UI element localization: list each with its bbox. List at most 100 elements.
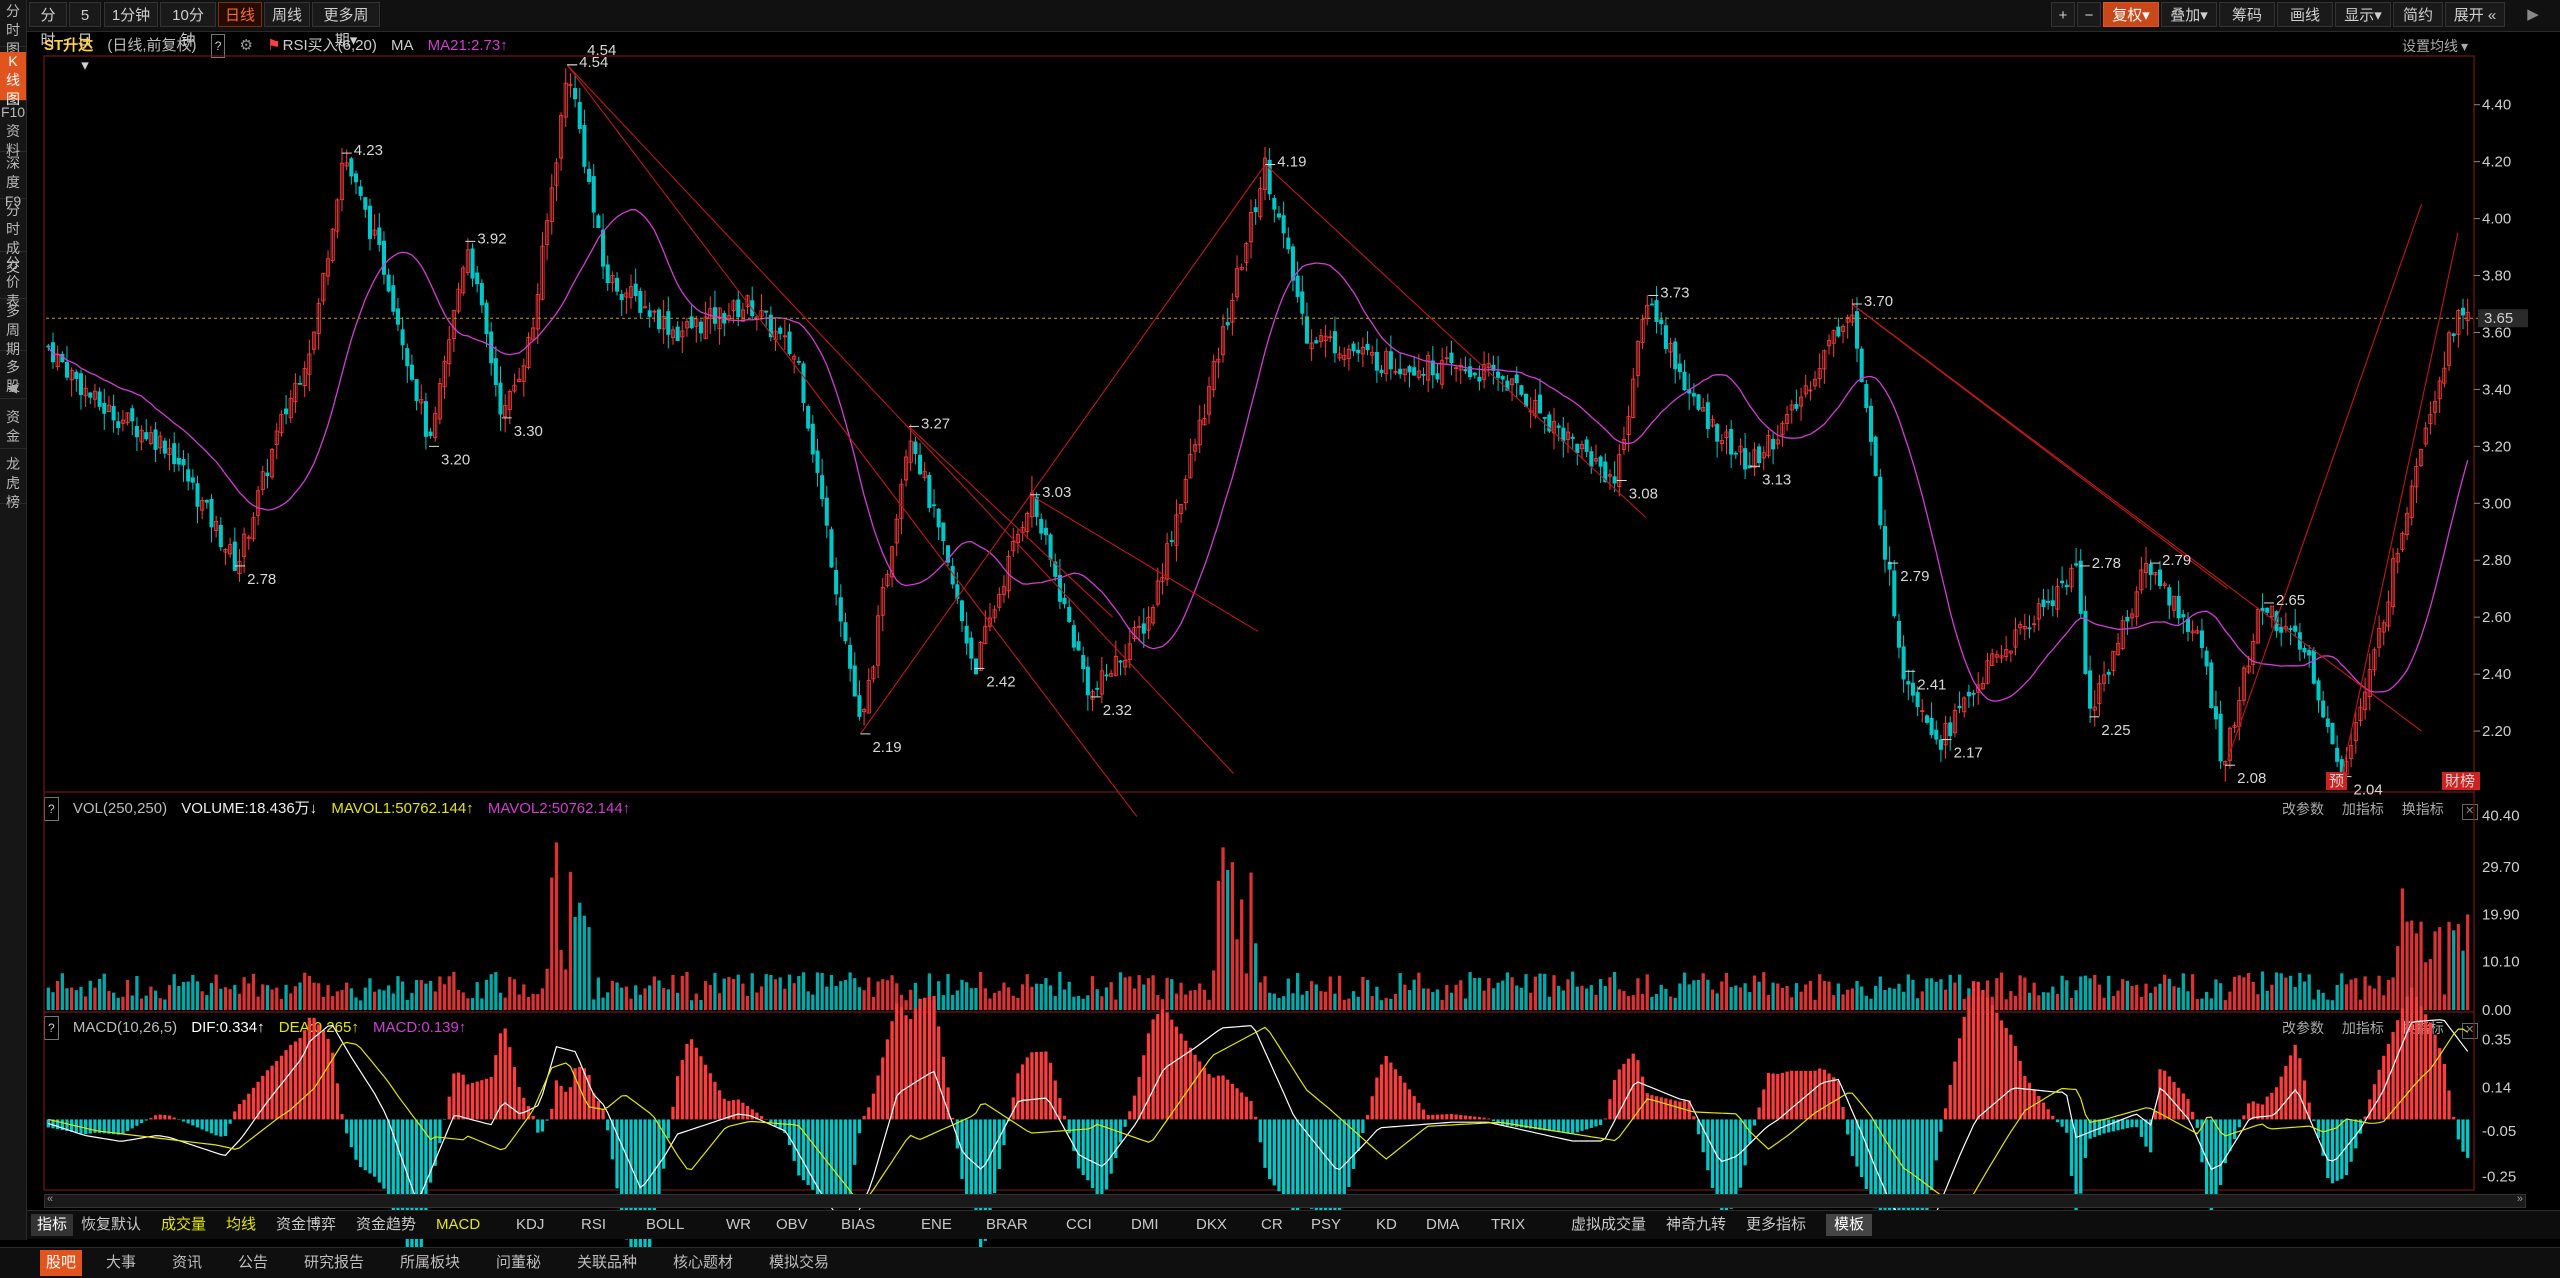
candle-body	[573, 88, 578, 100]
macd-bar	[2214, 1119, 2218, 1205]
footer-tab[interactable]: 关联品种	[577, 1252, 637, 1274]
volume-bar	[960, 979, 964, 1010]
macd-bar	[1118, 1119, 1123, 1143]
volume-bar	[1482, 990, 1486, 1010]
footer-tab[interactable]: 模拟交易	[769, 1252, 829, 1274]
candle-body	[1743, 448, 1748, 470]
indicator-tab[interactable]: DMI	[1131, 1214, 1159, 1236]
indicator-tab[interactable]: CCI	[1066, 1214, 1092, 1236]
macd-bar	[261, 1075, 265, 1120]
indicator-tab[interactable]: WR	[726, 1214, 751, 1236]
macd-bar	[1081, 1119, 1085, 1175]
volume-bar	[1356, 996, 1360, 1010]
kline-chart[interactable]: 4.544.544.233.923.203.302.783.273.032.42…	[0, 0, 2560, 1277]
candle-body	[1729, 429, 1734, 455]
footer-tab[interactable]: 所属板块	[400, 1252, 460, 1274]
volume-bar	[643, 988, 647, 1010]
indicator-tab[interactable]: 成交量	[161, 1214, 206, 1236]
footer-tab[interactable]: 大事	[106, 1252, 136, 1274]
indicator-tab[interactable]: ENE	[921, 1214, 952, 1236]
indicator-tab[interactable]: DKX	[1196, 1214, 1227, 1236]
candle-body	[1095, 687, 1100, 690]
volume-bar	[2447, 921, 2451, 1010]
indicator-tab[interactable]: TRIX	[1491, 1214, 1525, 1236]
macd-bar	[177, 1119, 181, 1120]
macd-bar	[1710, 1119, 1715, 1189]
volume-bar	[1575, 986, 1579, 1010]
indicator-tab[interactable]: OBV	[776, 1214, 808, 1236]
candle-body	[973, 658, 979, 675]
candle-body	[1575, 443, 1580, 454]
candle-body	[913, 441, 918, 454]
indicator-tab[interactable]: BRAR	[986, 1214, 1028, 1236]
indicator-tab[interactable]: 神奇九转	[1666, 1214, 1726, 1236]
volume-bar	[475, 982, 479, 1010]
volume-bar	[2368, 985, 2372, 1010]
candle-body	[815, 450, 820, 473]
indicator-tab[interactable]: 模板	[1826, 1214, 1873, 1236]
footer-tab[interactable]: 研究报告	[304, 1252, 364, 1274]
volume-bar	[1855, 980, 1859, 1010]
macd-bar	[1184, 1040, 1188, 1120]
indicator-tab[interactable]: 恢复默认	[81, 1214, 141, 1236]
candle-body	[1225, 322, 1230, 326]
indicator-tab[interactable]: DMA	[1426, 1214, 1459, 1236]
macd-bar	[1235, 1088, 1239, 1120]
indicator-tab[interactable]: RSI	[581, 1214, 606, 1236]
volume-bar	[153, 990, 158, 1010]
indicator-tab[interactable]: 指标	[31, 1214, 74, 1236]
candle-body	[918, 454, 923, 475]
volume-bar	[1384, 997, 1388, 1010]
macd-bar	[708, 1073, 712, 1120]
double-chevron-right-icon[interactable]: »	[2517, 1193, 2523, 1205]
footer-tab[interactable]: 资讯	[172, 1252, 202, 1274]
macd-bar	[228, 1119, 232, 1124]
volume-bar	[685, 971, 689, 1010]
macd-bar	[2288, 1055, 2293, 1120]
footer-tab[interactable]: 问董秘	[496, 1252, 541, 1274]
volume-bar	[1328, 976, 1332, 1010]
indicator-tab[interactable]: BOLL	[646, 1214, 684, 1236]
indicator-tab[interactable]: MACD	[436, 1214, 480, 1236]
indicator-tab[interactable]: BIAS	[841, 1214, 875, 1236]
candle-body	[1388, 351, 1393, 370]
candle-body	[2307, 650, 2312, 656]
indicator-tab[interactable]: 均线	[226, 1214, 256, 1236]
y-tick-label: 0.35	[2482, 1031, 2511, 1048]
indicator-tab[interactable]: 资金趋势	[356, 1214, 416, 1236]
volume-bar	[1505, 972, 1510, 1010]
candle-body	[936, 508, 941, 528]
candle-body	[498, 382, 503, 415]
candle-body	[1868, 405, 1874, 442]
volume-bar	[1957, 974, 1962, 1010]
candle-body	[810, 423, 815, 455]
volume-bar	[391, 993, 395, 1010]
volume-bar	[1067, 981, 1071, 1010]
price-annotation: 2.65	[2276, 592, 2305, 609]
macd-bar	[2405, 996, 2409, 1120]
volume-bar	[1892, 988, 1896, 1010]
price-annotation: 3.92	[477, 230, 506, 247]
volume-bar	[2032, 982, 2036, 1010]
volume-bar	[125, 979, 130, 1010]
indicator-tab[interactable]: CR	[1261, 1214, 1283, 1236]
macd-bar	[153, 1115, 158, 1120]
volume-bar	[526, 996, 531, 1010]
candle-body	[2316, 680, 2321, 701]
footer-tab[interactable]: 核心题材	[673, 1252, 733, 1274]
volume-bar	[1818, 974, 1822, 1010]
footer-tab[interactable]: 公告	[238, 1252, 268, 1274]
candle-body	[1463, 369, 1468, 372]
macd-bar	[759, 1116, 764, 1120]
footer-tab[interactable]: 股吧	[40, 1250, 83, 1276]
indicator-tab[interactable]: 资金博弈	[276, 1214, 336, 1236]
indicator-tab[interactable]: KD	[1376, 1214, 1397, 1236]
indicator-tab[interactable]: 虚拟成交量	[1571, 1214, 1646, 1236]
double-chevron-left-icon[interactable]: «	[47, 1193, 53, 1205]
indicator-tab[interactable]: 更多指标	[1746, 1214, 1806, 1236]
indicator-tab[interactable]: KDJ	[516, 1214, 544, 1236]
macd-bar	[540, 1119, 545, 1132]
indicator-tab[interactable]: PSY	[1311, 1214, 1341, 1236]
chart-scrollbar[interactable]: « »	[44, 1193, 2526, 1208]
volume-bar	[1100, 996, 1104, 1010]
